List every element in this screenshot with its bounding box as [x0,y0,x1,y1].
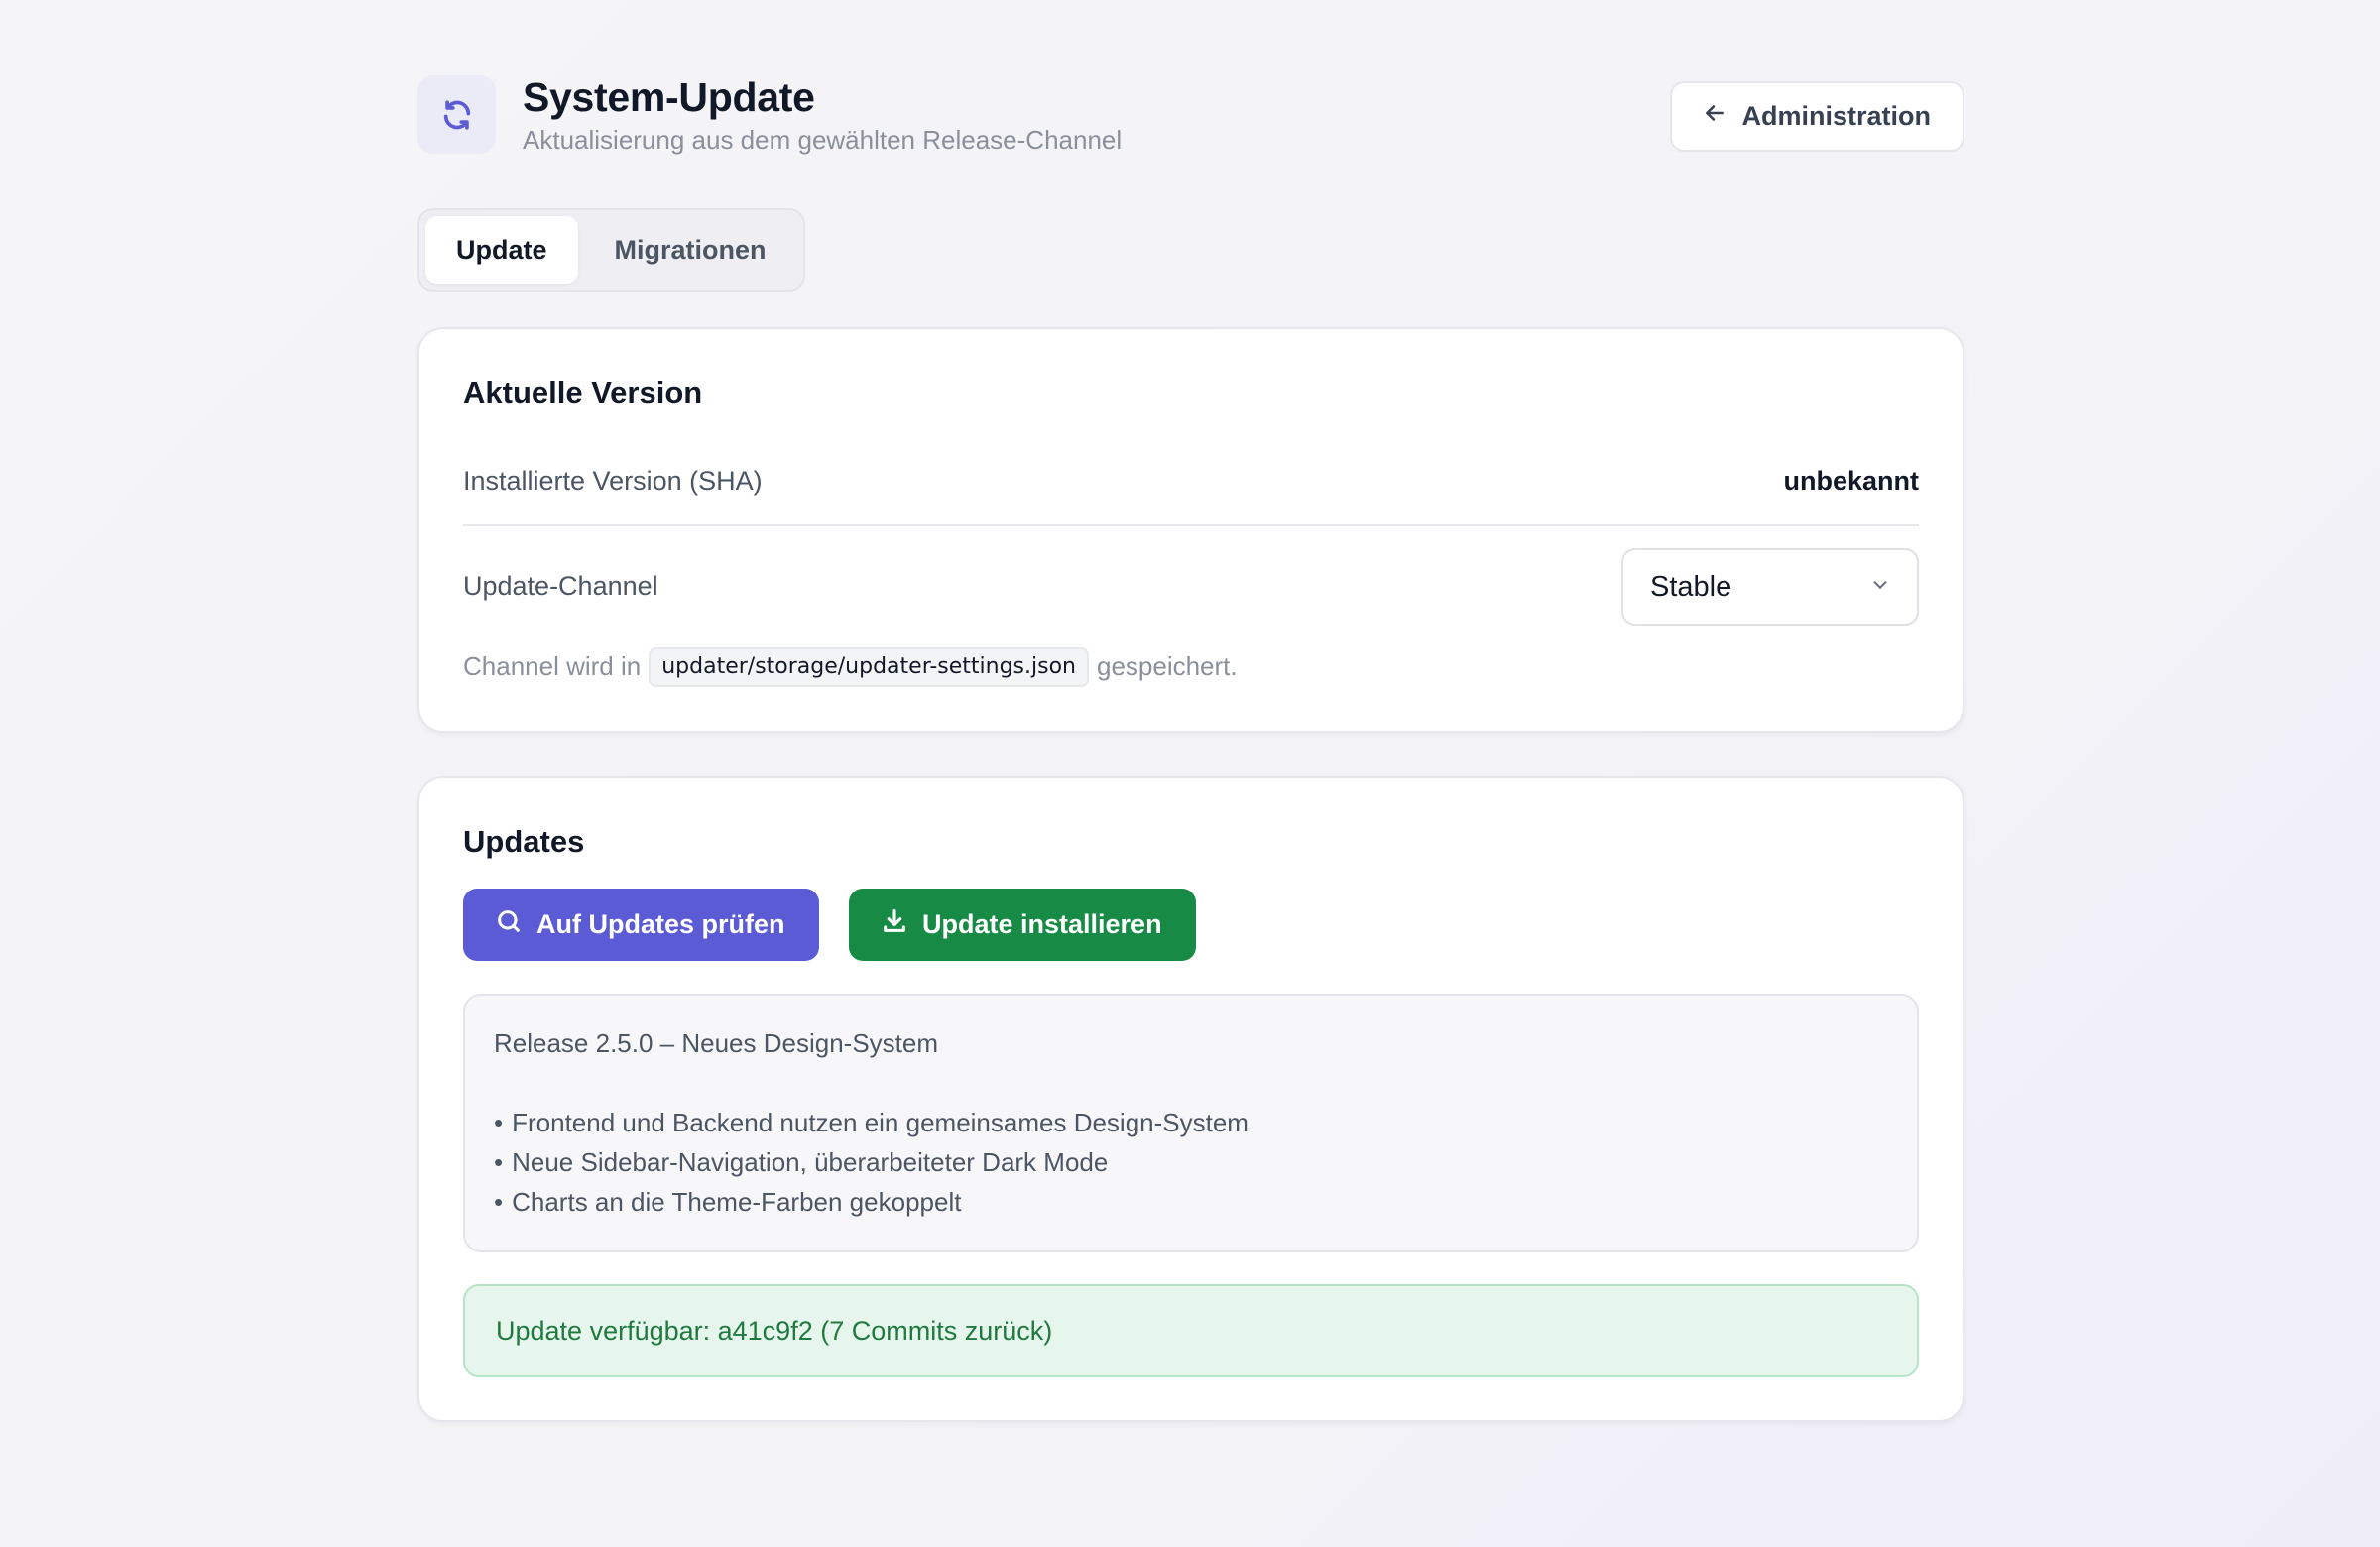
card-title: Updates [463,824,585,859]
current-version-card: Aktuelle Version Installierte Version (S… [417,327,1964,733]
divider [463,524,1919,526]
tab-bar: Update Migrationen [417,208,805,292]
update-status-message: Update verfügbar: a41c9f2 (7 Commits zur… [463,1284,1919,1377]
chevron-down-icon [1869,571,1891,604]
hint-prefix: Channel wird in [463,652,642,681]
page-title: System-Update [523,74,815,120]
refresh-icon [417,75,496,154]
hint-suffix: gespeichert. [1096,652,1238,681]
channel-label: Update-Channel [463,571,658,601]
channel-hint: Channel wird in updater/storage/updater-… [463,647,1238,687]
install-update-button[interactable]: Update installieren [849,889,1196,961]
arrow-left-icon [1702,100,1727,133]
tab-update[interactable]: Update [425,216,578,284]
check-updates-button[interactable]: Auf Updates prüfen [463,889,819,961]
tab-migrationen[interactable]: Migrationen [584,216,797,284]
updates-card: Updates Auf Updates prüfen Update instal… [417,776,1964,1422]
list-item: Neue Sidebar-Navigation, überarbeiteter … [494,1142,1888,1182]
search-icon [495,907,523,942]
page-subtitle: Aktualisierung aus dem gewählten Release… [523,125,1123,155]
check-updates-label: Auf Updates prüfen [536,909,785,939]
installed-version-label: Installierte Version (SHA) [463,466,763,496]
release-notes-list: Frontend und Backend nutzen ein gemeinsa… [494,1103,1888,1222]
list-item: Charts an die Theme-Farben gekoppelt [494,1182,1888,1222]
page-header: System-Update Aktualisierung aus dem gew… [417,75,1964,161]
install-update-label: Update installieren [922,909,1162,939]
card-title: Aktuelle Version [463,375,703,410]
channel-select[interactable]: Stable [1621,548,1919,626]
release-notes: Release 2.5.0 – Neues Design-System Fron… [463,994,1919,1252]
channel-select-value: Stable [1650,570,1732,603]
settings-path: updater/storage/updater-settings.json [649,647,1089,687]
back-button-label: Administration [1741,101,1931,131]
release-title: Release 2.5.0 – Neues Design-System [494,1028,939,1058]
installed-version-value: unbekannt [1783,466,1919,496]
download-icon [881,907,908,942]
administration-back-button[interactable]: Administration [1670,81,1964,152]
list-item: Frontend und Backend nutzen ein gemeinsa… [494,1103,1888,1142]
